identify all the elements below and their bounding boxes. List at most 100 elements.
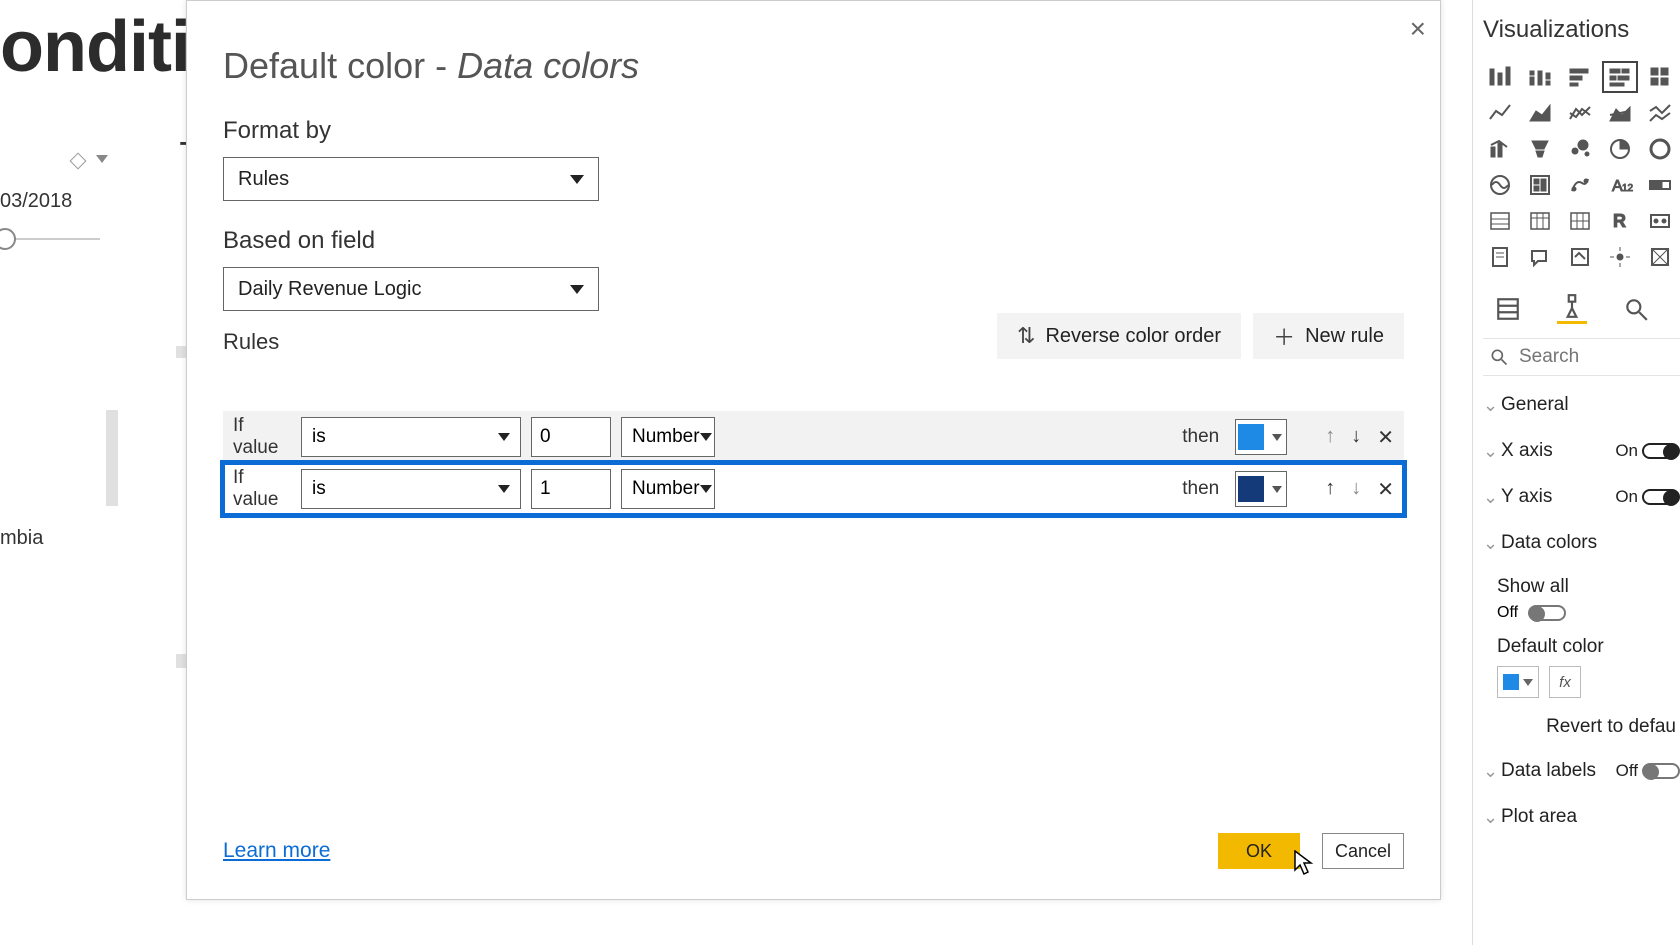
viz-type-icon[interactable] <box>1643 206 1677 236</box>
conditional-formatting-dialog: × Default color - Data colors Format by … <box>186 0 1441 900</box>
format-item-data-colors[interactable]: ⌄ Data colors <box>1483 520 1680 566</box>
format-item-x-axis[interactable]: ⌄ X axis On <box>1483 428 1680 474</box>
viz-type-icon[interactable] <box>1523 62 1557 92</box>
viz-type-icon[interactable] <box>1483 62 1517 92</box>
viz-type-icon[interactable] <box>1483 170 1517 200</box>
viz-type-icon[interactable] <box>1603 134 1637 164</box>
default-color-label: Default color <box>1497 636 1680 658</box>
viz-type-icon[interactable] <box>1523 170 1557 200</box>
move-down-icon[interactable]: ↓ <box>1351 477 1361 502</box>
search-input[interactable] <box>1519 346 1649 368</box>
operator-select[interactable]: is <box>301 469 521 509</box>
format-search[interactable] <box>1483 338 1680 376</box>
viz-type-icon[interactable] <box>1563 242 1597 272</box>
viz-type-icon[interactable] <box>1523 242 1557 272</box>
move-up-icon[interactable]: ↑ <box>1325 425 1335 450</box>
viz-type-icon[interactable] <box>1523 134 1557 164</box>
data-colors-subpanel: Show all Off Default color fx Revert to … <box>1483 566 1680 748</box>
bar-segment <box>106 410 118 506</box>
viz-type-icon[interactable] <box>1563 98 1597 128</box>
viz-type-icon[interactable] <box>1603 242 1637 272</box>
viz-type-icon[interactable] <box>1523 98 1557 128</box>
rule-row: If valueis Number then ↑ ↓ ✕ <box>223 411 1404 463</box>
delete-rule-icon[interactable]: ✕ <box>1377 477 1394 502</box>
format-by-label: Format by <box>223 117 1404 145</box>
then-label: then <box>1182 426 1219 448</box>
analytics-tab[interactable] <box>1621 294 1651 324</box>
viz-type-icon[interactable]: R <box>1603 206 1637 236</box>
new-rule-button[interactable]: ＋ New rule <box>1253 313 1404 359</box>
viz-type-icon[interactable] <box>1643 134 1677 164</box>
if-value-label: If value <box>227 415 291 459</box>
svg-text:12: 12 <box>1622 183 1634 194</box>
viz-type-icon[interactable] <box>1603 62 1637 92</box>
viz-type-icon[interactable] <box>1483 134 1517 164</box>
format-by-value: Rules <box>238 168 289 191</box>
x-axis-toggle[interactable] <box>1642 443 1680 459</box>
reverse-color-order-button[interactable]: ⇅ Reverse color order <box>997 313 1241 359</box>
rule-row-controls: ↑ ↓ ✕ <box>1325 425 1394 450</box>
data-labels-toggle[interactable] <box>1642 763 1680 779</box>
based-on-field-select[interactable]: Daily Revenue Logic <box>223 267 599 311</box>
viz-type-icon[interactable] <box>1603 98 1637 128</box>
chevron-down-icon: ⌄ <box>1483 487 1501 508</box>
viz-type-icon[interactable] <box>1643 170 1677 200</box>
format-by-select[interactable]: Rules <box>223 157 599 201</box>
viz-type-icon[interactable] <box>1483 242 1517 272</box>
viz-type-icon[interactable] <box>1523 206 1557 236</box>
y-axis-toggle[interactable] <box>1642 489 1680 505</box>
viz-type-icon[interactable] <box>1483 206 1517 236</box>
color-picker[interactable] <box>1235 419 1287 455</box>
ok-button[interactable]: OK <box>1218 833 1300 869</box>
move-up-icon[interactable]: ↑ <box>1325 477 1335 502</box>
format-item-general[interactable]: ⌄ General <box>1483 382 1680 428</box>
fields-tab[interactable] <box>1493 294 1523 324</box>
slider-handle[interactable] <box>0 228 16 250</box>
format-tab[interactable] <box>1557 294 1587 324</box>
viz-type-icon[interactable] <box>1563 170 1597 200</box>
dialog-footer: Learn more OK Cancel <box>223 833 1404 869</box>
viz-type-icon[interactable] <box>1643 242 1677 272</box>
chevron-down-icon: ⌄ <box>1483 395 1501 416</box>
viz-type-icon[interactable] <box>1563 206 1597 236</box>
value-type-select[interactable]: Number <box>621 417 715 457</box>
operator-select[interactable]: is <box>301 417 521 457</box>
show-all-label: Show all <box>1497 576 1680 598</box>
visualizations-pane: Visualizations A12 R ⌄ General ⌄ X axis O… <box>1472 0 1680 945</box>
then-label: then <box>1182 478 1219 500</box>
color-picker[interactable] <box>1235 471 1287 507</box>
chevron-down-icon: ⌄ <box>1483 761 1501 782</box>
value-type-select[interactable]: Number <box>621 469 715 509</box>
rule-row: If valueisNumberthen↑↓✕ <box>223 463 1404 515</box>
viz-type-icon[interactable] <box>1643 62 1677 92</box>
revert-to-default[interactable]: Revert to defau <box>1497 716 1680 738</box>
format-item-plot-area[interactable]: ⌄ Plot area <box>1483 794 1680 840</box>
default-color-picker[interactable] <box>1497 666 1539 698</box>
value-input[interactable] <box>531 469 611 509</box>
close-button[interactable]: × <box>1410 15 1426 43</box>
color-swatch <box>1503 674 1519 690</box>
rule-row-controls: ↑ ↓ ✕ <box>1325 477 1394 502</box>
viz-type-icon[interactable]: A12 <box>1603 170 1637 200</box>
show-all-toggle[interactable] <box>1528 605 1566 621</box>
cancel-button[interactable]: Cancel <box>1322 833 1404 869</box>
dialog-title: Default color - Data colors <box>223 45 1404 87</box>
chevron-down-icon <box>498 433 510 441</box>
viz-type-icon[interactable] <box>1643 98 1677 128</box>
format-item-y-axis[interactable]: ⌄ Y axis On <box>1483 474 1680 520</box>
format-tabs <box>1493 294 1680 324</box>
visualizations-title: Visualizations <box>1483 16 1680 44</box>
chevron-down-icon <box>700 433 712 441</box>
learn-more-link[interactable]: Learn more <box>223 839 330 863</box>
fx-button[interactable]: fx <box>1549 666 1581 698</box>
viz-type-icon[interactable] <box>1563 62 1597 92</box>
delete-rule-icon[interactable]: ✕ <box>1377 425 1394 450</box>
visualization-type-grid: A12 R <box>1483 62 1680 274</box>
show-all-state: Off <box>1497 604 1518 622</box>
viz-type-icon[interactable] <box>1483 98 1517 128</box>
chevron-down-icon <box>570 285 584 294</box>
move-down-icon[interactable]: ↓ <box>1351 425 1361 450</box>
value-input[interactable] <box>531 417 611 457</box>
viz-type-icon[interactable] <box>1563 134 1597 164</box>
format-item-data-labels[interactable]: ⌄ Data labels Off <box>1483 748 1680 794</box>
